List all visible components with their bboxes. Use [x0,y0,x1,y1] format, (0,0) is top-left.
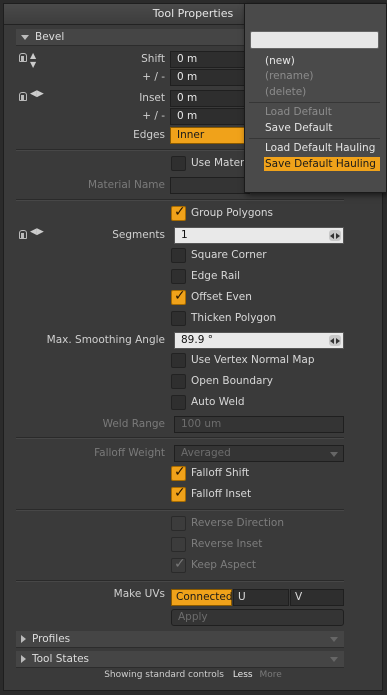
segments-label: Segments [112,229,165,241]
make-uvs-connected-button[interactable]: Connected [171,589,233,606]
shift-updown-icon[interactable]: ▲ ▼ [30,51,36,69]
segments-lock-icon[interactable] [19,230,27,239]
falloff-inset-label: Falloff Inset [191,488,252,500]
menu-item-save-default-hauling[interactable]: Save Default Hauling [264,157,380,171]
inset-variance-field[interactable]: 0 m [170,108,250,125]
use-vertex-normal-map-label: Use Vertex Normal Map [191,354,315,366]
make-uvs-u-button[interactable]: U [233,589,289,606]
falloff-weight-select[interactable]: Averaged [174,445,344,462]
preset-dropdown-menu: (new) (rename) (delete) Load Default Sav… [244,3,387,193]
segments-value: 1 [181,229,188,241]
divider [16,509,344,511]
window-title: Tool Properties [152,7,234,20]
falloff-weight-label: Falloff Weight [94,447,165,459]
square-corner-label: Square Corner [191,249,267,261]
section-tool-states-label: Tool States [32,653,89,665]
max-smoothing-value: 89.9 ° [181,334,213,346]
auto-weld-checkbox[interactable] [171,395,186,410]
checkmark-icon: ✓ [174,288,186,304]
falloff-shift-label: Falloff Shift [191,467,250,479]
falloff-shift-checkbox[interactable]: ✓ [171,464,186,481]
less-link[interactable]: Less [233,670,253,680]
material-name-field[interactable] [170,177,250,194]
use-vertex-normal-map-checkbox[interactable] [171,353,186,368]
group-polygons-label: Group Polygons [191,207,274,219]
more-link[interactable]: More [259,670,281,680]
menu-item-load-default-hauling[interactable]: Load Default Hauling [265,141,375,155]
reverse-direction-label: Reverse Direction [191,517,284,529]
menu-item-delete[interactable]: (delete) [265,85,306,99]
keep-aspect-checkbox[interactable]: ✓ [171,556,186,573]
square-corner-checkbox[interactable] [171,248,186,263]
menu-divider [249,138,380,139]
chevron-down-icon [330,452,338,457]
divider [16,580,344,582]
falloff-inset-checkbox[interactable]: ✓ [171,485,186,502]
segments-spinner-icon[interactable] [329,230,341,241]
reverse-inset-checkbox[interactable] [171,537,186,552]
make-uvs-v-button[interactable]: V [290,589,344,606]
weld-range-field[interactable]: 100 um [174,416,344,433]
footer: Showing standard controls Less More [4,668,382,682]
edges-label: Edges [133,129,165,141]
thicken-polygon-label: Thicken Polygon [191,312,277,324]
chevron-down-icon [330,637,338,642]
section-profiles-label: Profiles [32,633,71,645]
inset-variance-label: + / - [142,110,165,122]
preset-search-input[interactable] [250,31,379,49]
menu-item-new[interactable]: (new) [265,54,295,68]
offset-even-label: Offset Even [191,291,252,303]
chevron-down-icon [330,657,338,662]
shift-variance-field[interactable]: 0 m [170,69,250,86]
collapse-arrow-icon [21,34,29,40]
reverse-inset-label: Reverse Inset [191,538,263,550]
menu-item-load-default[interactable]: Load Default [265,105,332,119]
auto-weld-label: Auto Weld [191,396,245,408]
expand-arrow-icon [21,635,26,643]
thicken-polygon-checkbox[interactable] [171,311,186,326]
edge-rail-checkbox[interactable] [171,269,186,284]
inset-label: Inset [139,92,165,104]
apply-button[interactable]: Apply [171,609,344,626]
checkmark-icon: ✓ [174,485,186,501]
checkmark-icon: ✓ [174,204,186,220]
open-boundary-checkbox[interactable] [171,374,186,389]
falloff-weight-value: Averaged [181,447,231,459]
divider [16,437,344,439]
shift-label: Shift [141,53,165,65]
expand-arrow-icon [21,655,26,663]
offset-even-checkbox[interactable]: ✓ [171,288,186,305]
make-uvs-label: Make UVs [113,588,165,600]
keep-aspect-label: Keep Aspect [191,559,256,571]
menu-divider [249,102,380,103]
use-material-checkbox[interactable] [171,156,186,171]
divider [16,199,344,201]
max-smoothing-field[interactable]: 89.9 ° [174,332,344,349]
edges-select[interactable]: Inner [170,127,250,144]
reverse-direction-checkbox[interactable] [171,516,186,531]
menu-item-rename[interactable]: (rename) [265,69,314,83]
section-tool-states[interactable]: Tool States [16,651,344,668]
segments-leftright-icon[interactable]: ◀▶ [30,228,44,237]
material-name-label: Material Name [88,179,165,191]
menu-item-save-default[interactable]: Save Default [265,121,332,135]
checkmark-icon: ✓ [174,464,186,480]
footer-status: Showing standard controls [104,670,224,680]
section-bevel-label: Bevel [35,31,65,43]
segments-field[interactable]: 1 [174,227,344,244]
group-polygons-checkbox[interactable]: ✓ [171,204,186,221]
inset-lock-icon[interactable] [19,92,27,101]
weld-range-label: Weld Range [102,418,165,430]
shift-field[interactable]: 0 m [170,51,250,68]
shift-lock-icon[interactable] [19,53,27,62]
shift-variance-label: + / - [142,71,165,83]
open-boundary-label: Open Boundary [191,375,273,387]
max-smoothing-spinner-icon[interactable] [329,335,341,346]
section-profiles[interactable]: Profiles [16,631,344,648]
checkmark-icon: ✓ [174,556,186,572]
max-smoothing-label: Max. Smoothing Angle [46,334,165,346]
edge-rail-label: Edge Rail [191,270,241,282]
inset-field[interactable]: 0 m [170,90,250,107]
inset-leftright-icon[interactable]: ◀▶ [30,90,44,99]
